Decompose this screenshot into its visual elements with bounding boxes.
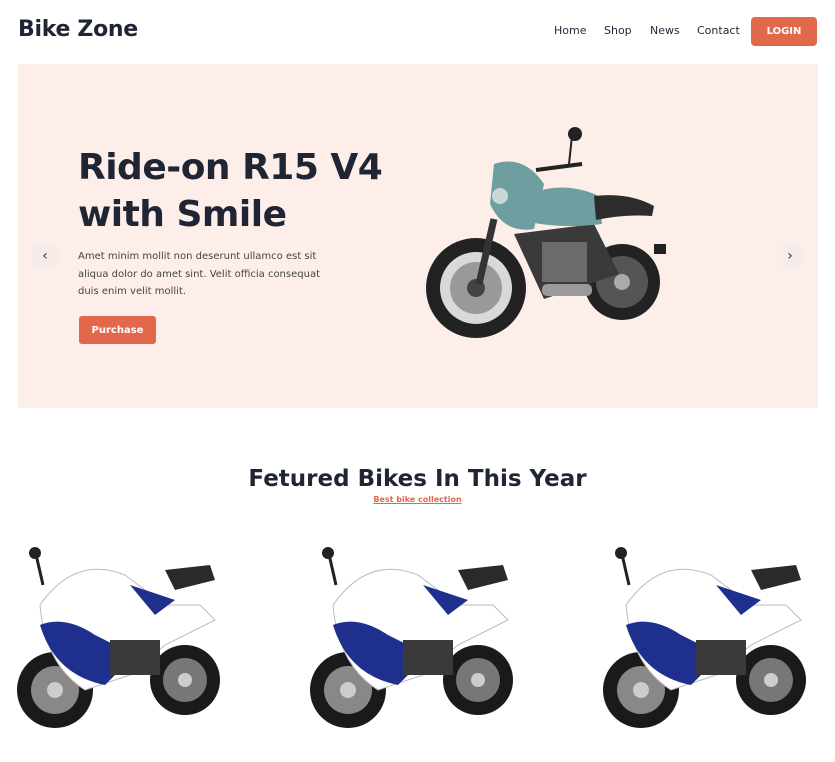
sport-bike-graphic [603, 547, 806, 728]
next-slide-button[interactable]: › [776, 242, 804, 270]
hero-title: Ride-on R15 V4 with Smile [78, 144, 418, 238]
featured-bike-image-1[interactable] [15, 545, 235, 730]
nav-shop[interactable]: Shop [604, 24, 632, 37]
nav-contact[interactable]: Contact [697, 24, 740, 37]
featured-section-title: Fetured Bikes In This Year [248, 466, 587, 492]
hero-title-line-2: with Smile [78, 194, 287, 235]
login-button[interactable]: LOGIN [751, 17, 817, 46]
hero-motorcycle-image [426, 127, 666, 338]
purchase-button[interactable]: Purchase [79, 316, 156, 344]
hero-description: Amet minim mollit non deserunt ullamco e… [78, 251, 320, 297]
brand-logo[interactable]: Bike Zone [18, 17, 138, 42]
featured-bike-image-2[interactable] [308, 545, 528, 730]
featured-bike-image-3[interactable] [601, 545, 821, 730]
hero-banner: Ride-on R15 V4 with Smile Amet minim mol… [18, 64, 818, 408]
nav-news[interactable]: News [650, 24, 680, 37]
best-collection-link[interactable]: Best bike collection [0, 495, 835, 504]
prev-slide-button[interactable]: ‹ [31, 242, 59, 270]
sport-bike-graphic [17, 547, 220, 728]
hero-title-line-1: Ride-on R15 V4 [78, 147, 383, 188]
chevron-right-icon: › [787, 248, 793, 264]
chevron-left-icon: ‹ [42, 248, 48, 264]
nav-home[interactable]: Home [554, 24, 586, 37]
sport-bike-graphic [310, 547, 513, 728]
